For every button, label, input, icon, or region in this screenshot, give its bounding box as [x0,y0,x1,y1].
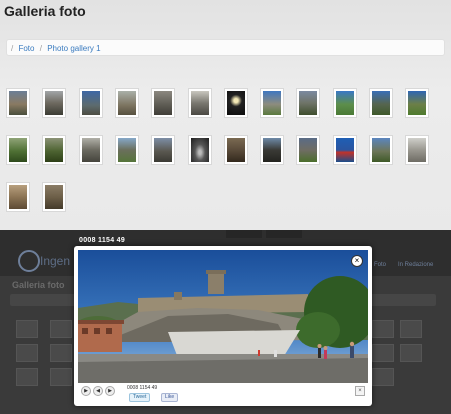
thumbnail-image [299,138,318,162]
gallery-thumbnail[interactable] [6,135,30,165]
play-icon[interactable]: ▶ [81,386,91,396]
thumbnail-image [190,138,209,162]
gallery-thumbnail[interactable] [42,182,67,212]
thumbnail-image [9,91,27,115]
lightbox-photo[interactable]: × [78,250,368,383]
gallery-thumbnail[interactable] [332,135,357,165]
castle-photo [78,250,368,383]
thumbnail-image [372,91,390,115]
background-thumbnail [50,368,72,386]
background-thumbnail [50,320,72,338]
background-thumbnail [16,320,38,338]
close-lightbox-icon[interactable]: × [355,386,365,396]
lightbox-controls: ▶ ◀ ▶ 0008 1154 49 Tweet Like × [79,385,367,403]
gallery-thumbnail[interactable] [42,88,67,118]
gallery-thumbnail[interactable] [6,182,30,212]
thumbnail-image [226,91,245,115]
thumbnail-image [190,91,209,115]
breadcrumb-item-gallery[interactable]: Photo gallery 1 [47,44,100,53]
gallery-thumbnail[interactable] [296,88,321,118]
thumbnail-image [45,91,64,115]
gallery-thumbnail[interactable] [223,135,248,165]
thumbnail-image [154,138,173,162]
thumbnail-image [335,138,354,162]
logo-text: Ingen [40,254,71,268]
background-thumbnail [16,344,38,362]
thumbnail-image [335,91,354,115]
like-button[interactable]: Like [161,393,179,402]
gallery-thumbnail[interactable] [6,88,30,118]
background-button [266,230,302,238]
gallery-thumbnail[interactable] [405,88,430,118]
gallery-thumbnail[interactable] [369,135,393,165]
breadcrumb-separator: / [11,44,14,53]
thumbnail-image [299,91,318,115]
thumbnail-image [9,138,27,162]
background-thumbnail [372,368,394,386]
thumbnail-image [372,138,390,162]
background-nav-item: In Redazione [398,262,434,268]
gallery-thumbnail[interactable] [151,88,176,118]
thumbnail-image [9,185,27,209]
thumbnail-image [81,138,100,162]
background-thumbnail [372,320,394,338]
thumbnail-image [408,91,427,115]
gallery-thumbnail[interactable] [78,88,103,118]
background-thumbnail [16,368,38,386]
gallery-thumbnail[interactable] [260,88,285,118]
thumbnail-image [263,91,282,115]
gallery-thumbnail[interactable] [296,135,321,165]
breadcrumb: / Foto / Photo gallery 1 [6,39,445,56]
gallery-thumbnail[interactable] [151,135,176,165]
page-title: Galleria foto [4,3,86,19]
thumbnail-image [226,138,245,162]
background-title: Galleria foto [12,280,65,290]
background-button [226,230,262,238]
thumbnail-image [81,91,100,115]
thumbnail-image [45,138,64,162]
background-nav-item: Foto [374,262,387,268]
breadcrumb-item-foto[interactable]: Foto [18,44,34,53]
background-thumbnail [372,344,394,362]
thumbnail-image [117,91,136,115]
gallery-thumbnail[interactable] [78,135,103,165]
gallery-thumbnail[interactable] [369,88,393,118]
gallery-thumbnail[interactable] [187,135,212,165]
lightbox-counter: 0008 1154 49 [79,237,126,244]
gallery-page: Galleria foto / Foto / Photo gallery 1 [0,0,451,230]
tweet-button[interactable]: Tweet [129,393,151,402]
breadcrumb-separator: / [39,44,42,53]
thumbnail-image [117,138,136,162]
thumbnail-image [45,185,64,209]
background-thumbnail [400,320,422,338]
photo-caption: 0008 1154 49 [127,385,158,391]
lightbox: × ▶ ◀ ▶ 0008 1154 49 Tweet Like × [74,246,372,406]
logo-icon [18,250,40,272]
gallery-thumbnail[interactable] [42,135,67,165]
previous-icon[interactable]: ◀ [93,386,103,396]
gallery-thumbnail[interactable] [260,135,285,165]
close-icon[interactable]: × [351,255,363,267]
gallery-thumbnail[interactable] [223,88,248,118]
gallery-thumbnail[interactable] [187,88,212,118]
thumbnail-image [408,138,427,162]
gallery-thumbnail[interactable] [332,88,357,118]
background-thumbnail [400,344,422,362]
next-icon[interactable]: ▶ [105,386,115,396]
gallery-thumbnail[interactable] [114,88,139,118]
gallery-thumbnail[interactable] [405,135,430,165]
thumbnail-image [263,138,282,162]
gallery-thumbnail[interactable] [114,135,139,165]
thumbnail-image [154,91,173,115]
background-thumbnail [50,344,72,362]
